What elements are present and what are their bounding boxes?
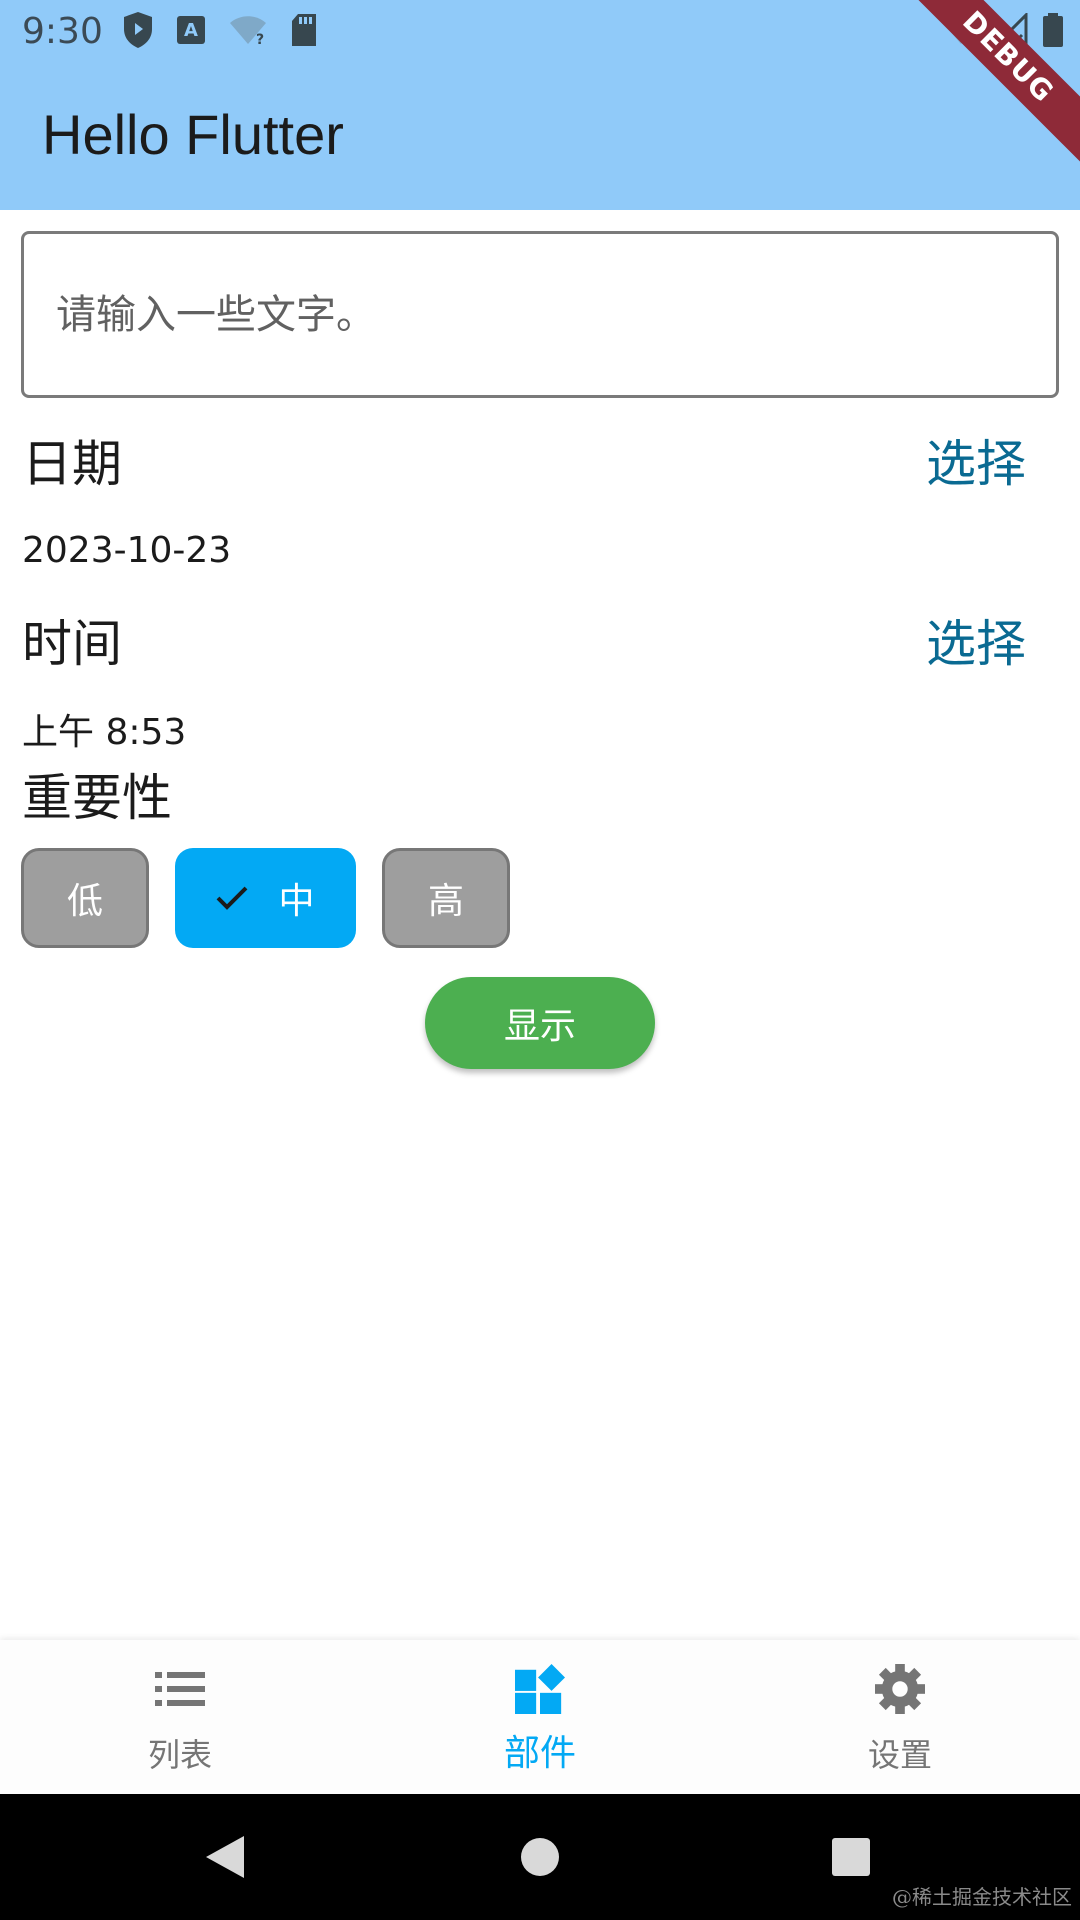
nav-item-list[interactable]: 列表 [0,1640,360,1794]
chip-label: 中 [278,881,315,922]
importance-chip-low[interactable]: 低 [21,848,149,948]
back-icon[interactable] [200,1832,250,1882]
recents-icon[interactable] [826,1832,876,1882]
svg-text:?: ? [256,32,264,46]
show-button-label: 显示 [503,1006,576,1047]
app-bar-title: Hello Flutter [42,103,344,166]
shield-icon [122,11,154,53]
svg-text:A: A [184,20,198,41]
widgets-icon [515,1664,565,1714]
font-download-icon: A [176,15,206,49]
app-bar: 9:30 A ? Hello Flutter DEBUG [0,0,1080,210]
chip-label: 低 [66,881,103,922]
date-value: 2023-10-23 [22,530,232,571]
importance-chip-medium[interactable]: 中 [175,848,356,948]
date-label: 日期 [22,435,122,493]
time-label: 时间 [22,615,122,673]
check-icon [216,885,248,911]
system-navigation-bar: @稀土掘金技术社区 [0,1794,1080,1920]
home-icon[interactable] [515,1832,565,1882]
chip-label: 高 [427,881,464,922]
text-input[interactable] [54,234,1024,395]
nav-label-settings: 设置 [867,1736,932,1774]
bottom-navigation: 列表 部件 设置 [0,1640,1080,1794]
nav-label-widgets: 部件 [503,1733,576,1774]
status-time: 9:30 [22,11,103,52]
status-icons-left: A ? [122,12,318,52]
settings-icon [875,1664,925,1714]
nav-label-list: 列表 [147,1736,212,1774]
wifi-question-icon: ? [228,14,268,50]
show-button[interactable]: 显示 [425,977,655,1069]
importance-chip-high[interactable]: 高 [382,848,510,948]
importance-chips: 低 中 高 [21,848,510,948]
date-select-button[interactable]: 选择 [926,432,1026,496]
sd-card-icon [290,13,318,51]
nav-item-widgets[interactable]: 部件 [360,1640,720,1794]
time-select-button[interactable]: 选择 [926,612,1026,676]
importance-label: 重要性 [22,769,172,827]
battery-icon [1042,12,1064,52]
time-value: 上午 8:53 [22,712,187,753]
watermark: @稀土掘金技术社区 [892,1885,1072,1909]
list-icon [155,1664,205,1714]
text-input-field[interactable] [21,231,1059,398]
nav-item-settings[interactable]: 设置 [720,1640,1080,1794]
